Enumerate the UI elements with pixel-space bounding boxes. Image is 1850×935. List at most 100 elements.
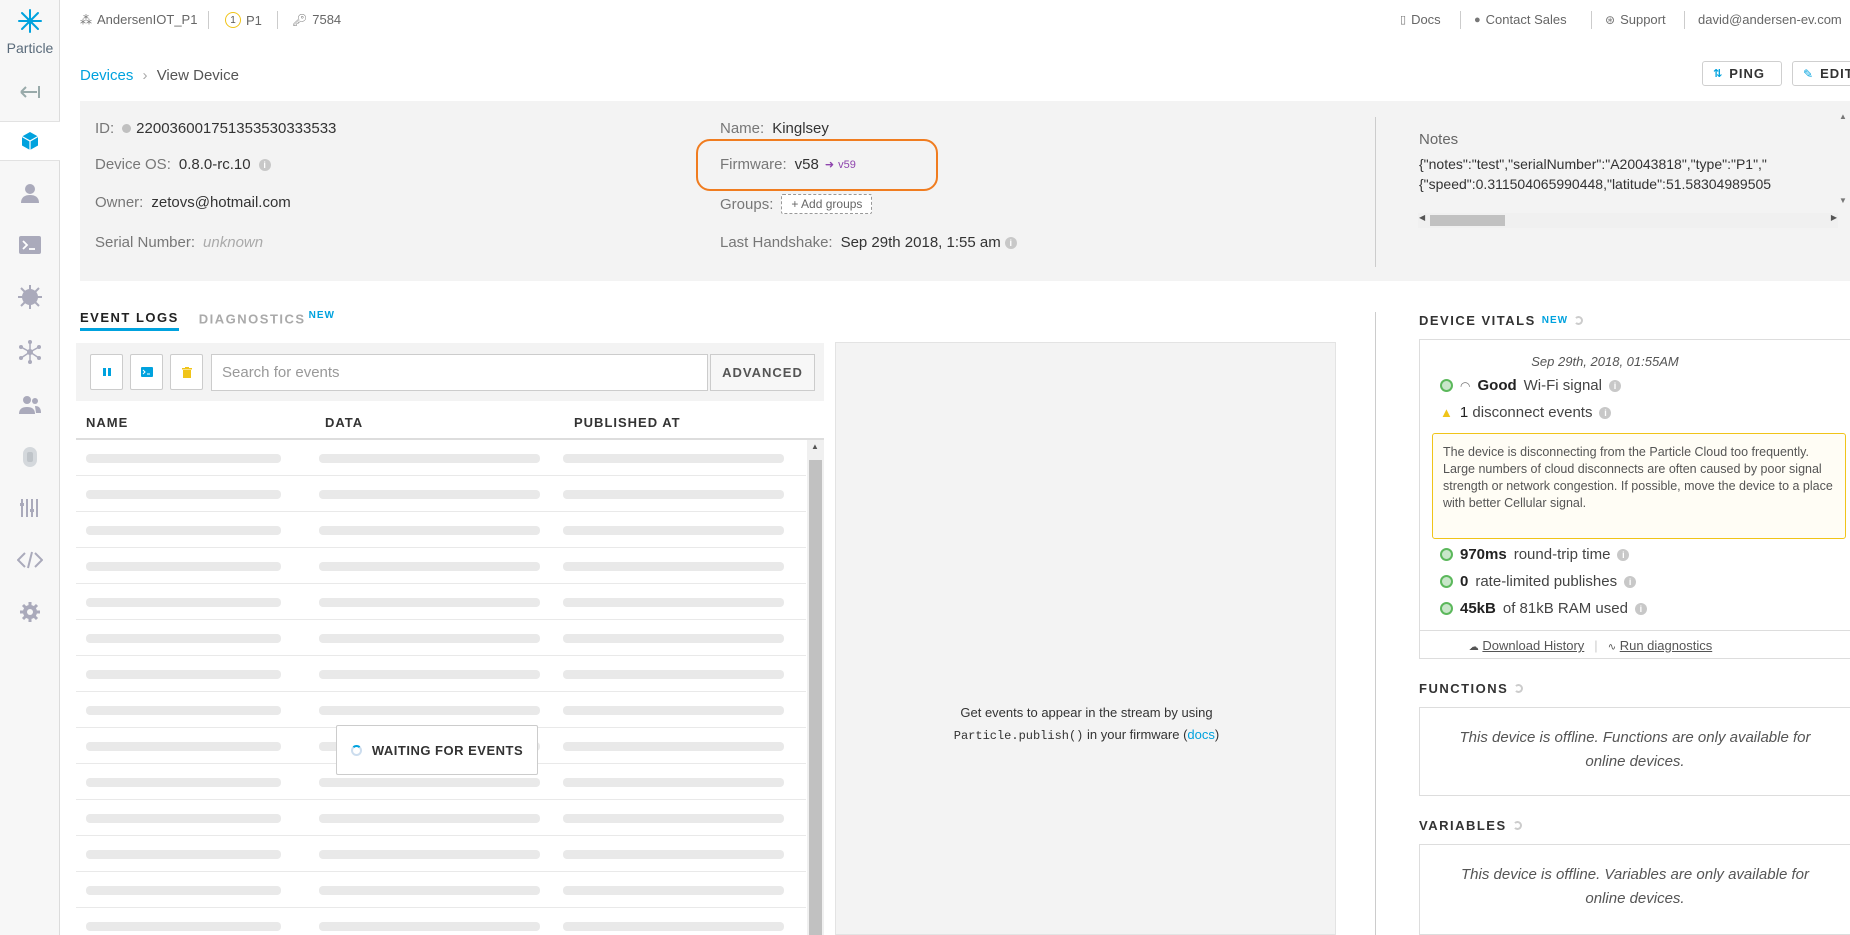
scroll-down-icon[interactable]: ▼ [1839, 196, 1847, 205]
pencil-icon: ✎ [1803, 66, 1815, 81]
pause-icon [102, 368, 111, 376]
info-icon[interactable]: i [1617, 548, 1630, 561]
check-icon [1440, 602, 1453, 615]
trash-icon [181, 366, 192, 378]
integrations-icon[interactable] [0, 277, 60, 317]
refresh-icon[interactable] [1574, 316, 1584, 325]
loading-placeholder [319, 526, 540, 535]
pause-button[interactable] [90, 354, 123, 390]
info-icon[interactable]: i [258, 158, 271, 171]
doc-icon: ▯ [1400, 14, 1407, 26]
product-id: 🔑︎ 7584 [292, 12, 341, 27]
info-icon[interactable]: i [1608, 379, 1621, 392]
loading-placeholder [86, 670, 281, 679]
tab-event-logs[interactable]: EVENT LOGS [80, 310, 179, 331]
loading-placeholder [563, 814, 784, 823]
loading-placeholder [563, 922, 784, 931]
add-groups-button[interactable]: + Add groups [781, 194, 873, 214]
loading-placeholder [563, 634, 784, 643]
rtt-vital: 970ms round-trip time i [1440, 546, 1630, 563]
scroll-up-icon[interactable]: ▲ [811, 442, 819, 451]
table-row [76, 908, 806, 935]
loading-placeholder [319, 490, 540, 499]
tab-diagnostics[interactable]: DIAGNOSTICS NEW [199, 310, 335, 331]
divider [1460, 11, 1461, 29]
scrollbar-thumb[interactable] [1430, 215, 1505, 226]
download-history-link[interactable]: ☁ Download History [1469, 638, 1585, 653]
support-link[interactable]: ⊛ Support [1605, 12, 1666, 27]
info-icon[interactable]: i [1624, 575, 1637, 588]
device-name: Kinglsey [772, 120, 829, 137]
scroll-right-icon[interactable]: ▶ [1831, 213, 1837, 222]
event-search-input[interactable] [211, 354, 708, 391]
terminal-button[interactable] [130, 354, 163, 390]
notes-vertical-scrollbar[interactable]: ▲ ▼ [1836, 112, 1850, 212]
billing-icon[interactable] [0, 488, 60, 528]
user-email: david@andersen-ev.com [1698, 12, 1842, 27]
docs-link[interactable]: ▯ Docs [1400, 12, 1441, 27]
sims-icon[interactable] [0, 437, 60, 477]
loading-placeholder [563, 526, 784, 535]
scroll-up-icon[interactable]: ▲ [1839, 112, 1847, 121]
notes-content[interactable]: {"notes":"test","serialNumber":"A2004381… [1419, 154, 1850, 194]
particle-logo[interactable]: Particle [0, 8, 60, 56]
events-scrollbar[interactable]: ▲ [807, 440, 824, 935]
scrollbar-thumb[interactable] [809, 460, 822, 935]
column-header-data[interactable]: DATA [325, 415, 363, 430]
variables-panel: This device is offline. Variables are on… [1419, 844, 1850, 935]
table-row [76, 656, 806, 692]
refresh-icon[interactable] [1512, 821, 1522, 830]
info-icon[interactable]: i [1634, 602, 1647, 615]
user-icon[interactable] [0, 173, 60, 213]
ping-button[interactable]: ⇅ PING [1702, 61, 1782, 86]
info-icon[interactable]: i [1599, 406, 1612, 419]
advanced-button[interactable]: ADVANCED [710, 354, 815, 391]
loading-placeholder [319, 454, 540, 463]
docs-link[interactable]: docs [1187, 727, 1214, 742]
loading-placeholder [86, 490, 281, 499]
contact-sales-link[interactable]: ● Contact Sales [1474, 12, 1567, 27]
column-divider [1375, 312, 1376, 935]
waiting-for-events-indicator: WAITING FOR EVENTS [336, 725, 538, 775]
console-icon[interactable] [0, 225, 60, 265]
table-row [76, 620, 806, 656]
loading-placeholder [319, 814, 540, 823]
loading-placeholder [563, 706, 784, 715]
column-header-name[interactable]: NAME [86, 415, 128, 430]
run-diagnostics-link[interactable]: ∿ Run diagnostics [1608, 638, 1713, 653]
scroll-left-icon[interactable]: ◀ [1419, 213, 1425, 222]
mesh-icon[interactable] [0, 332, 60, 372]
loading-placeholder [563, 490, 784, 499]
functions-title: FUNCTIONS [1419, 681, 1524, 696]
refresh-icon[interactable] [1514, 684, 1524, 693]
breadcrumb-devices-link[interactable]: Devices [80, 67, 133, 84]
spinner-icon [350, 744, 362, 756]
disconnect-warning: The device is disconnecting from the Par… [1432, 433, 1846, 539]
loading-placeholder [86, 814, 281, 823]
signal-label: Wi-Fi signal [1523, 377, 1602, 394]
info-icon[interactable]: i [1004, 236, 1017, 249]
column-header-published-at[interactable]: PUBLISHED AT [574, 415, 681, 430]
edit-button[interactable]: ✎ EDIT [1792, 61, 1850, 86]
support-label: Support [1620, 12, 1666, 27]
clear-button[interactable] [170, 354, 203, 390]
notes-horizontal-scrollbar[interactable]: ◀ ▶ [1418, 213, 1838, 228]
wifi-icon: ◠ [1460, 378, 1471, 393]
divider [1591, 11, 1592, 29]
pulse-icon: ∿ [1607, 642, 1617, 653]
loading-placeholder [86, 706, 281, 715]
loading-placeholder [319, 706, 540, 715]
devices-icon[interactable] [0, 121, 60, 161]
product-selector[interactable]: ⁂ AndersenIOT_P1 [80, 12, 197, 27]
back-icon[interactable] [0, 72, 60, 112]
contact-sales-label: Contact Sales [1485, 12, 1567, 27]
groups-row: Groups: + Add groups [720, 194, 873, 214]
user-menu[interactable]: david@andersen-ev.com [1698, 12, 1842, 27]
breadcrumb-separator: › [142, 67, 148, 84]
code-icon[interactable] [0, 540, 60, 580]
team-icon[interactable] [0, 385, 60, 425]
divider [277, 11, 278, 29]
disconnect-count: 1 [1459, 404, 1469, 421]
loading-placeholder [319, 670, 540, 679]
settings-icon[interactable] [0, 592, 60, 632]
